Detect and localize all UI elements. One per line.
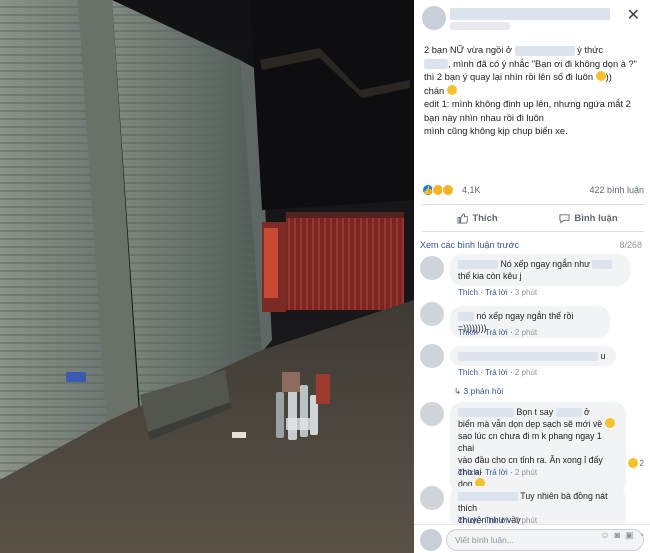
post-line: edit 1: mình không định up lên, nhưng ng… [424, 99, 631, 109]
commenter-avatar[interactable] [420, 486, 444, 510]
comment-button-label: Bình luận [574, 212, 618, 224]
comment-input-placeholder: Viết bình luận... [455, 535, 514, 545]
close-icon[interactable]: ✕ [627, 8, 640, 24]
comment-composer: Viết bình luận... ☺ ◙ ▣ ◔ [414, 524, 650, 553]
comment-actions: Thích · Trả lời · 3 phút [458, 288, 538, 297]
comment-bubble: Bọn t say ở biển mà vẫn dọn dẹp sạch sẽ … [450, 402, 626, 494]
author-avatar[interactable] [422, 6, 446, 30]
comment-actions: Thích · Trả lời · 2 phút [458, 368, 538, 377]
comment-reply-link[interactable]: Trả lời [485, 328, 508, 337]
commenter-name-redacted[interactable] [458, 492, 518, 502]
commenter-avatar[interactable] [420, 302, 444, 326]
view-replies-link[interactable]: ↳ 3 phản hồi [454, 386, 503, 397]
comment-text: u [600, 351, 606, 361]
post-line: bạn này nhìn nhau rồi đi luôn [424, 112, 544, 123]
comment-text: biển mà vẫn dọn dẹp sạch sẽ mới về [458, 419, 603, 429]
composer-tools: ☺ ◙ ▣ ◔ [600, 530, 644, 541]
comment-time: 2 phút [514, 328, 538, 337]
smile-emoji-icon [604, 418, 615, 428]
comment-like-link[interactable]: Thích [458, 328, 478, 337]
post-photo[interactable] [0, 0, 414, 553]
post-body: 2 bạn NỮ vừa ngồi ở ý thức , mình đã có … [424, 44, 644, 139]
author-name-redacted[interactable] [450, 8, 610, 20]
post-line: )) [605, 72, 612, 82]
post-line: 2 bạn NỮ vừa ngồi ở [424, 45, 512, 55]
redacted-place [514, 45, 575, 56]
view-previous-comments-link[interactable]: Xem các bình luận trước [420, 240, 519, 250]
post-line: chán [424, 85, 445, 96]
thumbs-up-icon [457, 212, 469, 224]
comment-text: ở [584, 407, 590, 417]
gif-icon[interactable]: ▣ [625, 530, 634, 541]
commenter-name-redacted[interactable] [458, 408, 514, 418]
replies-count: 3 phản hồi [463, 386, 504, 396]
post-side-panel: ✕ 2 bạn NỮ vừa ngồi ở ý thức , mình đã c… [414, 0, 650, 553]
comment-reply-link[interactable]: Trả lời [485, 288, 508, 297]
comment-count[interactable]: 422 bình luận [589, 185, 644, 195]
comment-actions: Thích · Trả lời · 2 phút [458, 328, 538, 337]
post-actions: Thích Bình luận [422, 204, 644, 232]
laughing-emoji-icon [595, 71, 606, 81]
like-button-label: Thích [472, 212, 498, 224]
comment-time: 3 phút [514, 288, 538, 297]
redacted-word [592, 260, 613, 270]
comment-text: thế kia còn kêu j [458, 271, 522, 281]
comment-bubble: u [450, 346, 616, 366]
comment-actions: Thích · Trả lời · 2 phút [458, 468, 538, 477]
reply-arrow-icon: ↳ [454, 386, 462, 396]
sticker-icon[interactable]: ◔ [639, 530, 644, 541]
sad-emoji-icon [446, 84, 457, 95]
comment-reaction-badge[interactable]: 2 [627, 458, 644, 468]
redacted-word [424, 59, 448, 70]
comment-time: 2 phút [514, 468, 538, 477]
sad-reaction-icon [442, 184, 454, 196]
emoji-icon[interactable]: ☺ [600, 530, 609, 541]
comment-time: 2 phút [514, 368, 538, 377]
post-line: , mình đã có ý nhắc "Bạn ơi đi không dọn… [448, 58, 637, 69]
comment-button[interactable]: Bình luận [533, 205, 644, 231]
post-line: thì 2 bạn ý quay lại nhìn rồi lên số đi … [424, 72, 594, 82]
comment-text: sao lúc cn chưa đi m k phang ngay 1 chai [458, 431, 602, 453]
comment-pager: 8/268 [619, 240, 642, 250]
comment-text: Nó xếp ngay ngắn như [500, 259, 590, 269]
post-line: mình cũng không kịp chụp biển xe. [424, 126, 568, 136]
comment-bubble: Nó xếp ngay ngắn như thế kia còn kêu j [450, 254, 630, 286]
haha-reaction-icon [627, 458, 638, 468]
post-time-redacted [450, 22, 510, 30]
comment-like-link[interactable]: Thích [458, 288, 478, 297]
comment-like-link[interactable]: Thích [458, 468, 478, 477]
commenter-avatar[interactable] [420, 256, 444, 280]
comment-reaction-count: 2 [639, 458, 644, 468]
commenter-name-redacted[interactable] [458, 312, 474, 322]
comment-like-link[interactable]: Thích [458, 368, 478, 377]
commenter-avatar[interactable] [420, 402, 444, 426]
post-header: ✕ [414, 0, 650, 36]
reaction-count[interactable]: 4,1K [462, 185, 481, 195]
post-line: ý thức [577, 45, 604, 55]
street-night-photo [0, 0, 414, 553]
user-avatar [420, 529, 442, 551]
comment-reply-link[interactable]: Trả lời [485, 468, 508, 477]
speech-bubble-icon [559, 213, 570, 224]
commenter-name-redacted[interactable] [458, 260, 498, 270]
comment-reply-link[interactable]: Trả lời [485, 368, 508, 377]
commenter-avatar[interactable] [420, 344, 444, 368]
comment-text-redacted [458, 352, 598, 362]
redacted-place [555, 408, 582, 418]
camera-icon[interactable]: ◙ [615, 530, 620, 541]
comment-text: Bọn t say [516, 407, 554, 417]
reaction-icons[interactable]: 👍 [422, 184, 454, 196]
like-button[interactable]: Thích [422, 205, 533, 231]
reaction-summary: 👍 4,1K 422 bình luận [422, 184, 644, 198]
